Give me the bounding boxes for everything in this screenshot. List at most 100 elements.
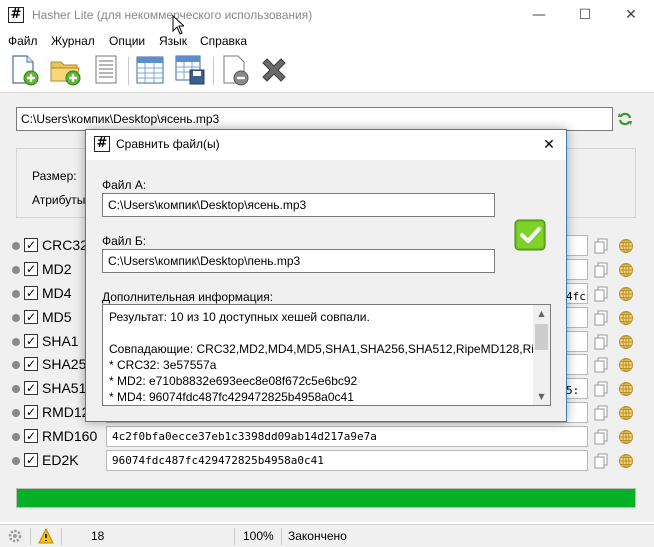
menu-bar: Файл Журнал Опции Язык Справка bbox=[0, 31, 654, 51]
status-dot-icon bbox=[12, 338, 20, 346]
new-file-icon[interactable] bbox=[8, 54, 40, 86]
hash-name: MD4 bbox=[42, 285, 72, 301]
status-dot-icon bbox=[12, 266, 20, 274]
status-dot-icon bbox=[12, 314, 20, 322]
copy-icon[interactable] bbox=[594, 405, 608, 421]
copy-icon[interactable] bbox=[594, 381, 608, 397]
hash-checkbox[interactable]: ✓ bbox=[24, 334, 38, 348]
match-ok-checkmark-icon[interactable] bbox=[514, 219, 546, 251]
refresh-icon[interactable] bbox=[617, 111, 633, 127]
minimize-button[interactable]: — bbox=[516, 0, 562, 31]
copy-icon[interactable] bbox=[594, 238, 608, 254]
hash-name: RMD160 bbox=[42, 428, 98, 444]
copy-icon[interactable] bbox=[594, 453, 608, 469]
scroll-thumb[interactable] bbox=[535, 324, 548, 350]
status-separator bbox=[234, 528, 235, 545]
size-label: Размер: bbox=[32, 169, 77, 183]
status-text: Закончено bbox=[288, 529, 347, 543]
web-search-globe-icon[interactable] bbox=[618, 429, 634, 445]
progress-fill bbox=[17, 489, 635, 507]
file-b-input[interactable]: C:\Users\компик\Desktop\пень.mp3 bbox=[102, 249, 495, 273]
copy-icon[interactable] bbox=[594, 286, 608, 302]
web-search-globe-icon[interactable] bbox=[618, 286, 634, 302]
warning-icon bbox=[38, 528, 54, 544]
copy-icon[interactable] bbox=[594, 334, 608, 350]
status-separator bbox=[30, 528, 31, 545]
toolbar-separator bbox=[128, 57, 129, 85]
web-search-globe-icon[interactable] bbox=[618, 381, 634, 397]
hash-checkbox[interactable]: ✓ bbox=[24, 357, 38, 371]
info-line: * MD2: e710b8832e693eec8e08f672c5e6bc92 bbox=[109, 374, 358, 388]
progress-percent: 100% bbox=[243, 529, 274, 543]
open-folder-icon[interactable] bbox=[49, 54, 81, 86]
info-scrollbar[interactable]: ▲ ▼ bbox=[533, 305, 550, 405]
info-line: Совпадающие: CRC32,MD2,MD4,MD5,SHA1,SHA2… bbox=[109, 342, 533, 356]
hash-row: ✓ RMD160 4c2f0bfa0ecce37eb1c3398dd09ab14d2… bbox=[10, 426, 644, 448]
delete-x-icon[interactable] bbox=[258, 54, 290, 86]
status-separator bbox=[281, 528, 282, 545]
status-dot-icon bbox=[12, 457, 20, 465]
hash-checkbox[interactable]: ✓ bbox=[24, 429, 38, 443]
file-path-input[interactable]: C:\Users\компик\Desktop\ясень.mp3 bbox=[16, 107, 613, 131]
menu-file[interactable]: Файл bbox=[8, 34, 38, 48]
md4-hash-fragment: 4fc bbox=[566, 290, 586, 303]
web-search-globe-icon[interactable] bbox=[618, 453, 634, 469]
title-bar: # Hasher Lite (для некоммерческого испол… bbox=[0, 0, 654, 35]
save-table-icon[interactable] bbox=[174, 54, 206, 86]
status-dot-icon bbox=[12, 242, 20, 250]
hash-checkbox[interactable]: ✓ bbox=[24, 286, 38, 300]
web-search-globe-icon[interactable] bbox=[618, 238, 634, 254]
status-dot-icon bbox=[12, 385, 20, 393]
menu-help[interactable]: Справка bbox=[200, 34, 247, 48]
dialog-hash-icon: # bbox=[94, 136, 110, 152]
file-a-input[interactable]: C:\Users\компик\Desktop\ясень.mp3 bbox=[102, 193, 495, 217]
info-line: * CRC32: 3e57557a bbox=[109, 358, 217, 372]
table-icon[interactable] bbox=[134, 54, 166, 86]
web-search-globe-icon[interactable] bbox=[618, 310, 634, 326]
status-dot-icon bbox=[12, 290, 20, 298]
status-separator bbox=[61, 528, 62, 545]
settings-gear-icon[interactable] bbox=[7, 528, 23, 544]
info-line bbox=[109, 325, 533, 341]
sha512-hash-fragment: 5: bbox=[566, 384, 580, 397]
progress-bar bbox=[16, 488, 636, 508]
hash-value-field[interactable]: 96074fdc487fc429472825b4958a0c41 bbox=[106, 450, 588, 471]
file-b-label: Файл Б: bbox=[102, 234, 147, 248]
web-search-globe-icon[interactable] bbox=[618, 357, 634, 373]
web-search-globe-icon[interactable] bbox=[618, 334, 634, 350]
hash-value-field[interactable]: 4c2f0bfa0ecce37eb1c3398dd09ab14d217a9e7a bbox=[106, 426, 588, 447]
hash-checkbox[interactable]: ✓ bbox=[24, 262, 38, 276]
web-search-globe-icon[interactable] bbox=[618, 262, 634, 278]
info-line: Результат: 10 из 10 доступных хешей совп… bbox=[109, 310, 370, 324]
copy-icon[interactable] bbox=[594, 429, 608, 445]
menu-journal[interactable]: Журнал bbox=[51, 34, 95, 48]
hash-checkbox[interactable]: ✓ bbox=[24, 238, 38, 252]
hash-checkbox[interactable]: ✓ bbox=[24, 381, 38, 395]
toolbar-separator bbox=[213, 57, 214, 85]
dialog-close-button[interactable]: ✕ bbox=[538, 134, 560, 156]
copy-icon[interactable] bbox=[594, 310, 608, 326]
status-dot-icon bbox=[12, 361, 20, 369]
copy-icon[interactable] bbox=[594, 357, 608, 373]
scroll-up-arrow-icon[interactable]: ▲ bbox=[533, 305, 550, 322]
web-search-globe-icon[interactable] bbox=[618, 405, 634, 421]
info-lines: Результат: 10 из 10 доступных хешей совп… bbox=[109, 309, 533, 405]
hash-checkbox[interactable]: ✓ bbox=[24, 310, 38, 324]
remove-file-icon[interactable] bbox=[219, 54, 251, 86]
app-hash-icon: # bbox=[8, 7, 24, 23]
maximize-button[interactable]: ☐ bbox=[562, 0, 608, 31]
hash-checkbox[interactable]: ✓ bbox=[24, 453, 38, 467]
close-button[interactable]: ✕ bbox=[608, 0, 654, 31]
scroll-down-arrow-icon[interactable]: ▼ bbox=[533, 388, 550, 405]
status-bar: 18 100% Закончено bbox=[0, 524, 654, 547]
dialog-title: Сравнить файл(ы) bbox=[116, 137, 220, 151]
document-icon[interactable] bbox=[90, 54, 122, 86]
additional-info-textarea[interactable]: Результат: 10 из 10 доступных хешей совп… bbox=[102, 304, 551, 406]
hash-name: CRC32 bbox=[42, 237, 88, 253]
menu-options[interactable]: Опции bbox=[109, 34, 145, 48]
hash-name: SHA1 bbox=[42, 333, 79, 349]
menu-language[interactable]: Язык bbox=[159, 34, 187, 48]
hash-row: ✓ ED2K 96074fdc487fc429472825b4958a0c41 bbox=[10, 450, 644, 472]
copy-icon[interactable] bbox=[594, 262, 608, 278]
hash-checkbox[interactable]: ✓ bbox=[24, 405, 38, 419]
